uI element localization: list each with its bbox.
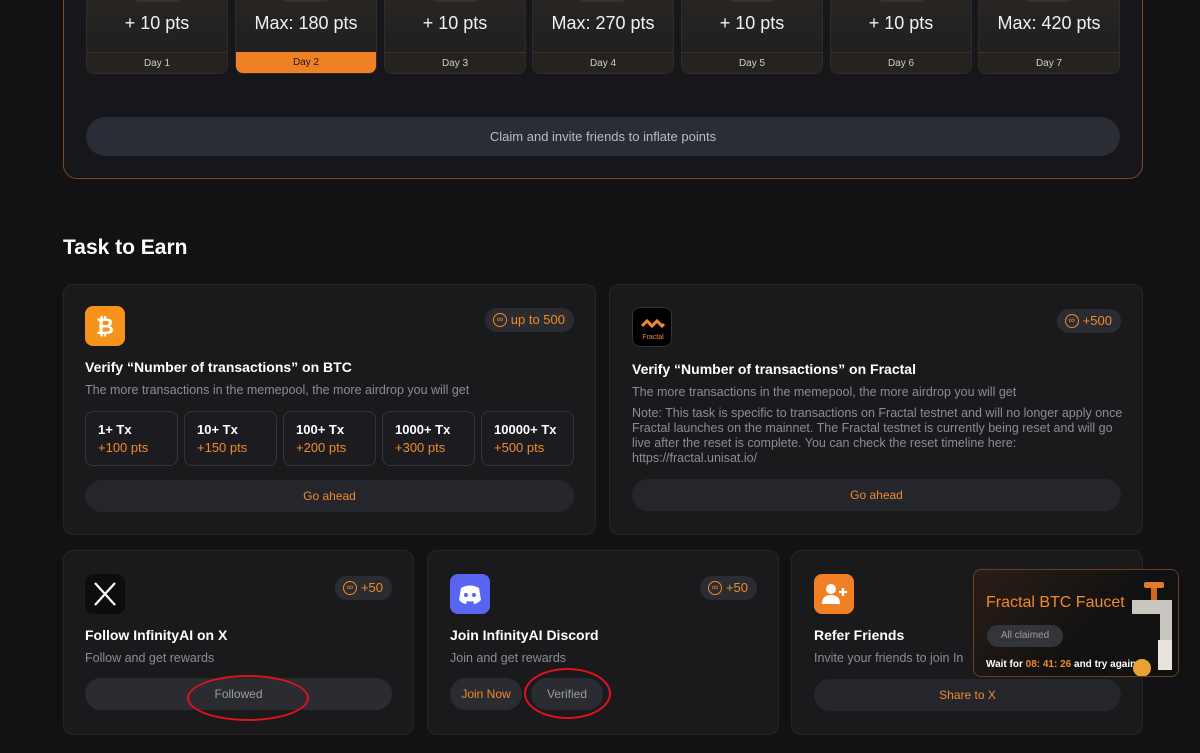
faucet-tap-icon: [1132, 582, 1172, 676]
task-description: Follow and get rewards: [85, 651, 215, 665]
points-badge: ∞ +50: [334, 576, 392, 600]
coin-icon: [130, 0, 184, 2]
infinity-icon: ∞: [1064, 314, 1079, 328]
tier-points: +300 pts: [395, 440, 446, 455]
task-title: Follow InfinityAI on X: [85, 627, 228, 643]
fractal-logo-icon: Fractal: [632, 307, 672, 347]
task-description: Join and get rewards: [450, 651, 567, 665]
task-note: Note: This task is specific to transacti…: [632, 406, 1123, 465]
go-ahead-button[interactable]: Go ahead: [632, 479, 1121, 511]
annotation-circle-verified: [524, 668, 611, 719]
day-label: Day 7: [979, 52, 1119, 73]
faucet-wait-text: Wait for 08: 41: 26 and try again: [986, 659, 1136, 670]
tier-points: +100 pts: [98, 440, 149, 455]
add-user-icon: [814, 574, 854, 614]
day-card-3[interactable]: + 10 pts Day 3: [384, 0, 526, 74]
day-label: Day 2: [236, 52, 376, 73]
badge-value: +50: [360, 580, 383, 595]
infinity-icon: ∞: [707, 581, 722, 595]
tx-tier: 1000+ Tx +300 pts: [382, 411, 475, 466]
tier-points: +500 pts: [494, 440, 545, 455]
day-card-6[interactable]: + 10 pts Day 6: [830, 0, 972, 74]
coin-icon: [576, 0, 630, 2]
coin-icon: [725, 0, 779, 2]
points-badge: ∞ up to 500: [484, 308, 574, 332]
task-description: The more transactions in the memepool, t…: [85, 383, 470, 397]
section-title: Task to Earn: [63, 236, 188, 259]
share-to-x-button[interactable]: Share to X: [814, 679, 1121, 711]
day-label: Day 6: [831, 52, 971, 73]
day-points: Max: 180 pts: [254, 13, 358, 33]
day-label: Day 5: [682, 52, 822, 73]
tier-points: +150 pts: [197, 440, 248, 455]
coin-icon: [279, 0, 333, 2]
tier-points: +200 pts: [296, 440, 347, 455]
day-card-2[interactable]: Max: 180 pts Day 2: [235, 0, 377, 74]
day-points: + 10 pts: [719, 13, 785, 33]
tier-tx: 10000+ Tx: [494, 422, 557, 437]
bitcoin-icon: ₿: [85, 306, 125, 346]
task-description: Invite your friends to join In: [814, 651, 964, 665]
task-card-btc: ₿ ∞ up to 500 Verify “Number of transact…: [63, 284, 596, 535]
annotation-circle-followed: [187, 675, 309, 721]
badge-value: +500: [1082, 313, 1112, 328]
task-title: Join InfinityAI Discord: [450, 627, 599, 643]
daily-checkin-panel: + 10 pts Day 1 Max: 180 pts Day 2 + 10 p…: [63, 0, 1143, 179]
faucet-popup[interactable]: Fractal BTC Faucet All claimed Wait for …: [973, 569, 1179, 677]
day-card-4[interactable]: Max: 270 pts Day 4: [532, 0, 674, 74]
claim-button[interactable]: Claim and invite friends to inflate poin…: [86, 117, 1120, 156]
tx-tier: 10+ Tx +150 pts: [184, 411, 277, 466]
task-card-fractal: Fractal ∞ +500 Verify “Number of transac…: [609, 284, 1143, 535]
infinity-icon: ∞: [342, 581, 357, 595]
day-points: + 10 pts: [868, 13, 934, 33]
coin-icon: [874, 0, 928, 2]
go-ahead-button[interactable]: Go ahead: [85, 480, 574, 512]
discord-icon: [450, 574, 490, 614]
day-points: + 10 pts: [422, 13, 488, 33]
day-card-5[interactable]: + 10 pts Day 5: [681, 0, 823, 74]
task-title: Verify “Number of transactions” on Fract…: [632, 361, 916, 377]
svg-text:₿: ₿: [96, 314, 114, 339]
points-badge: ∞ +50: [699, 576, 757, 600]
day-label: Day 4: [533, 52, 673, 73]
task-description: The more transactions in the memepool, t…: [632, 385, 1017, 399]
faucet-title: Fractal BTC Faucet: [986, 594, 1125, 611]
day-card-1[interactable]: + 10 pts Day 1: [86, 0, 228, 74]
tx-tier: 10000+ Tx +500 pts: [481, 411, 574, 466]
tier-tx: 1+ Tx: [98, 422, 132, 437]
badge-value: up to 500: [510, 312, 565, 327]
day-label: Day 1: [87, 52, 227, 73]
tx-tier: 1+ Tx +100 pts: [85, 411, 178, 466]
coin-icon: [1022, 0, 1076, 2]
tier-tx: 1000+ Tx: [395, 422, 451, 437]
wait-prefix: Wait for: [986, 659, 1023, 670]
all-claimed-badge: All claimed: [987, 625, 1063, 647]
points-badge: ∞ +500: [1056, 309, 1121, 333]
tier-tx: 100+ Tx: [296, 422, 345, 437]
x-logo-icon: [85, 574, 125, 614]
fractal-logo-text: Fractal: [642, 334, 664, 341]
task-title: Refer Friends: [814, 627, 905, 643]
badge-value: +50: [725, 580, 748, 595]
day-card-7[interactable]: Max: 420 pts Day 7: [978, 0, 1120, 74]
infinity-icon: ∞: [492, 313, 507, 327]
task-title: Verify “Number of transactions” on BTC: [85, 359, 352, 375]
countdown-timer: 08: 41: 26: [1025, 659, 1072, 670]
day-points: Max: 420 pts: [997, 13, 1101, 33]
day-label: Day 3: [385, 52, 525, 73]
day-points: + 10 pts: [124, 13, 190, 33]
tier-tx: 10+ Tx: [197, 422, 238, 437]
tx-tier: 100+ Tx +200 pts: [283, 411, 376, 466]
coin-icon: [428, 0, 482, 2]
join-now-button[interactable]: Join Now: [450, 678, 522, 710]
day-points: Max: 270 pts: [551, 13, 655, 33]
